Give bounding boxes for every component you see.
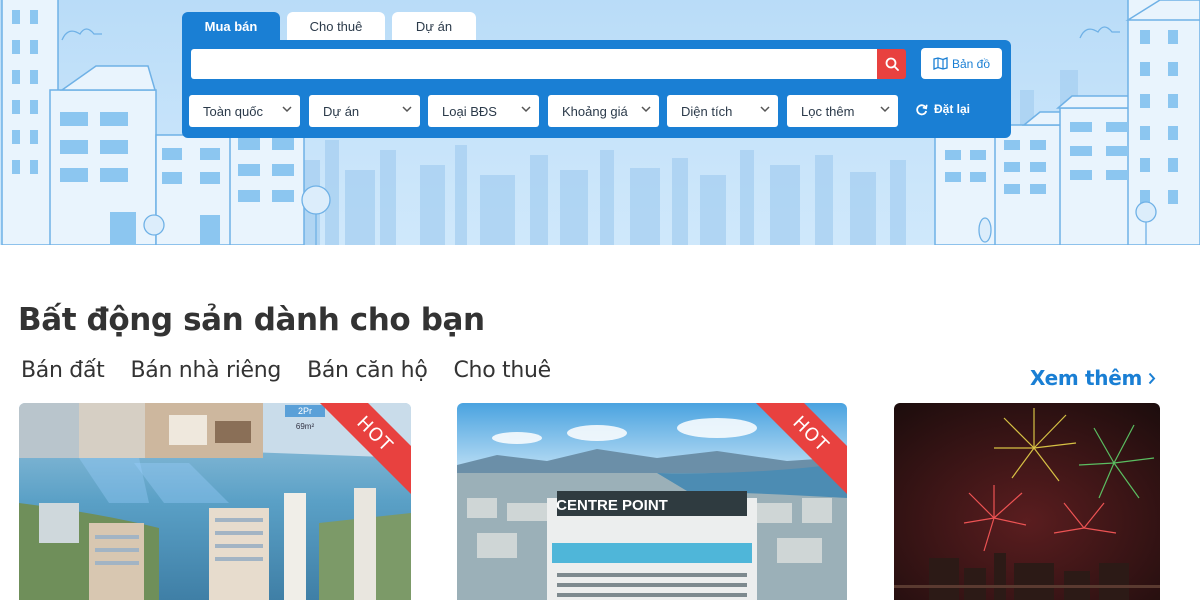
chevron-down-icon: [402, 106, 412, 113]
chevron-down-icon: [641, 106, 651, 113]
category-tab-apartment[interactable]: Bán căn hộ: [307, 358, 428, 383]
tab-rent[interactable]: Cho thuê: [287, 12, 385, 40]
filter-more[interactable]: Lọc thêm: [787, 95, 898, 127]
chevron-down-icon: [880, 106, 890, 113]
filter-area-label: Diện tích: [681, 103, 733, 119]
category-tab-rent[interactable]: Cho thuê: [454, 358, 552, 383]
reset-button[interactable]: Đặt lại: [915, 102, 970, 116]
filter-area[interactable]: Diện tích: [667, 95, 778, 127]
search-tabs: Mua bán Cho thuê Dự án: [182, 12, 483, 40]
filter-price-range[interactable]: Khoảng giá: [548, 95, 659, 127]
chevron-down-icon: [282, 106, 292, 113]
tab-buy-sell[interactable]: Mua bán: [182, 12, 280, 40]
map-icon: [933, 57, 948, 70]
chevron-right-icon: [1148, 372, 1156, 384]
tab-projects[interactable]: Dự án: [392, 12, 476, 40]
filter-price-range-label: Khoảng giá: [562, 103, 628, 119]
category-tab-house[interactable]: Bán nhà riêng: [130, 358, 281, 383]
see-more-link[interactable]: Xem thêm: [1030, 366, 1156, 390]
listing-card[interactable]: 2Pr 69m² HOT: [19, 403, 411, 600]
category-tabs: Bán đất Bán nhà riêng Bán căn hộ Cho thu…: [21, 358, 577, 383]
search-panel: Bản đồ Toàn quốc Dự án Loại BĐS Khoảng g…: [182, 40, 1011, 138]
filter-location-label: Toàn quốc: [203, 103, 263, 119]
filter-location[interactable]: Toàn quốc: [189, 95, 300, 127]
search-icon: [885, 57, 899, 71]
filter-property-type[interactable]: Loại BĐS: [428, 95, 539, 127]
hero-banner: Mua bán Cho thuê Dự án Bản đồ Toàn quốc …: [0, 0, 1200, 245]
filter-more-label: Lọc thêm: [801, 103, 855, 119]
search-box: Mua bán Cho thuê Dự án Bản đồ Toàn quốc …: [182, 12, 1011, 138]
filter-project[interactable]: Dự án: [309, 95, 420, 127]
listing-card[interactable]: [894, 403, 1160, 600]
map-button-label: Bản đồ: [951, 56, 991, 71]
search-input[interactable]: [191, 49, 877, 79]
floor-plan-tag: 2Pr: [298, 406, 312, 416]
search-button[interactable]: [877, 49, 906, 79]
map-button[interactable]: Bản đồ: [921, 48, 1002, 79]
refresh-icon: [916, 103, 928, 115]
section-title: Bất động sản dành cho bạn: [18, 302, 485, 338]
listing-image: [894, 403, 1160, 600]
chevron-down-icon: [521, 106, 531, 113]
filter-project-label: Dự án: [323, 103, 360, 119]
building-sign: CENTRE POINT: [556, 497, 668, 514]
reset-button-label: Đặt lại: [934, 102, 971, 116]
listing-card[interactable]: CENTRE POINT HOT: [457, 403, 847, 600]
see-more-label: Xem thêm: [1030, 366, 1143, 390]
category-tab-land[interactable]: Bán đất: [21, 358, 105, 383]
area-tag: 69m²: [296, 422, 315, 431]
chevron-down-icon: [760, 106, 770, 113]
filter-property-type-label: Loại BĐS: [442, 103, 497, 119]
